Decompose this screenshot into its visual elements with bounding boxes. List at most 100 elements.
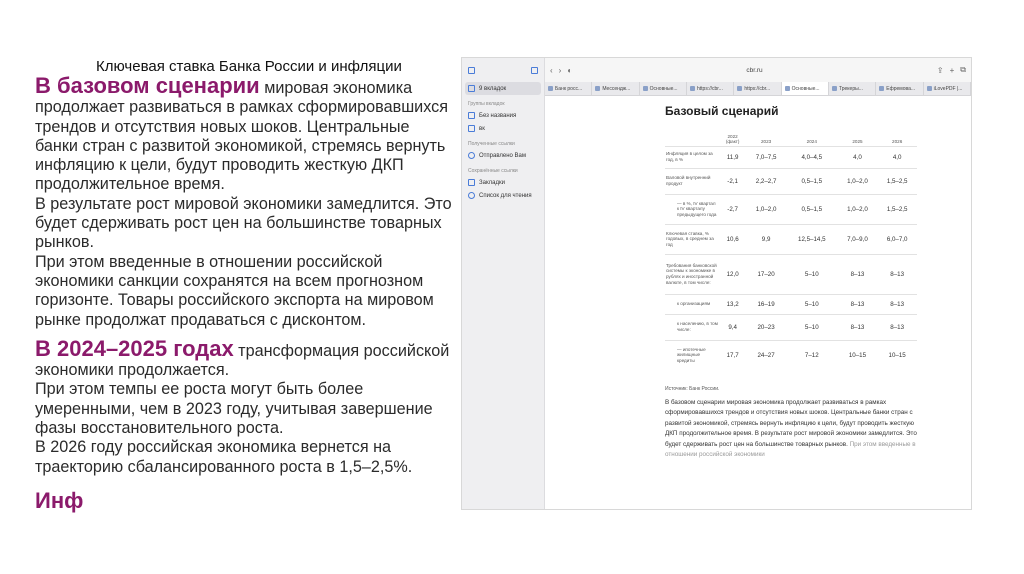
forecast-table: 2022 (факт) 2023 2024 2025 2026 Инфляция… bbox=[665, 130, 917, 370]
browser-tab[interactable]: Банк росс... bbox=[545, 82, 593, 95]
table-cell: 1,5–2,5 bbox=[877, 167, 917, 194]
cut-off-heading: Инф bbox=[35, 487, 84, 513]
table-cell: 2,2–2,7 bbox=[746, 167, 786, 194]
tabs-icon bbox=[468, 85, 475, 92]
table-cell: -2,7 bbox=[719, 193, 747, 224]
tab-group-icon bbox=[468, 112, 475, 119]
table-header-empty bbox=[665, 130, 719, 146]
table-cell: 7,0–9,0 bbox=[837, 223, 878, 254]
table-cell: 1,0–2,0 bbox=[746, 193, 786, 224]
paragraph-4-lead: В 2024–2025 годах bbox=[35, 335, 234, 361]
sidebar-item-reading-list[interactable]: Список для чтения bbox=[462, 189, 544, 202]
row-label: — в %, IV квартал к IV кварталу предыдущ… bbox=[665, 193, 719, 224]
privacy-shield-icon[interactable]: ◐ bbox=[567, 66, 572, 75]
table-cell: 6,0–7,0 bbox=[877, 223, 917, 254]
table-row: Требования банковской системы к экономик… bbox=[665, 253, 917, 294]
table-cell: 4,0 bbox=[877, 145, 917, 168]
sidebar-toggle-icon[interactable] bbox=[468, 66, 475, 74]
table-row: к населению, в том числе: 9,4 20–23 5–10 8–1… bbox=[665, 313, 917, 340]
row-label: Требования банковской системы к экономик… bbox=[665, 253, 719, 294]
table-cell: 8–13 bbox=[877, 313, 917, 340]
sidebar-item-sent-to-you[interactable]: Отправлено Вам bbox=[462, 149, 544, 162]
table-header-row: 2022 (факт) 2023 2024 2025 2026 bbox=[665, 130, 917, 146]
row-label: Валовой внутренний продукт bbox=[665, 167, 719, 194]
section-shared-links: Полученные ссылки bbox=[468, 141, 515, 147]
web-page-content: Базовый сценарий 2022 (факт) 2023 2024 2… bbox=[545, 96, 971, 509]
column-header: 2024 bbox=[806, 138, 817, 144]
favicon-icon bbox=[737, 86, 743, 91]
paragraph-4: В 2024–2025 годах трансформация российск… bbox=[35, 335, 455, 381]
column-header: 2022 (факт) bbox=[725, 133, 740, 144]
paragraph-3: При этом введенные в отношении российско… bbox=[35, 252, 434, 329]
table-cell: 4,0 bbox=[837, 145, 878, 168]
browser-tab[interactable]: https://cbr... bbox=[687, 82, 735, 95]
table-cell: 9,9 bbox=[746, 223, 786, 254]
table-cell: 8–13 bbox=[837, 313, 878, 340]
table-cell: 5–10 bbox=[785, 293, 838, 314]
paragraph-5: При этом темпы ее роста могут быть более… bbox=[35, 380, 433, 438]
column-header: 2025 bbox=[852, 138, 863, 144]
browser-sidebar: 9 вкладок Группы вкладок Без названия вк… bbox=[462, 58, 545, 509]
table-cell: 8–13 bbox=[877, 253, 917, 294]
page-body-text: В базовом сценарии мировая экономика про… bbox=[665, 398, 925, 460]
table-cell: 9,4 bbox=[719, 313, 747, 340]
table-cell: 1,0–2,0 bbox=[837, 193, 878, 224]
sidebar-item-vk[interactable]: вк bbox=[462, 122, 544, 135]
table-cell: 0,5–1,5 bbox=[785, 167, 838, 194]
favicon-icon bbox=[926, 86, 932, 91]
table-cell: 12,0 bbox=[719, 253, 747, 294]
row-label: Ключевая ставка, % годовых, в среднем за… bbox=[665, 223, 719, 254]
source-note: Источник: Банк России. bbox=[665, 386, 720, 392]
forward-icon[interactable]: › bbox=[559, 66, 562, 75]
sidebar-item-untitled[interactable]: Без названия bbox=[462, 109, 544, 122]
table-cell: 20–23 bbox=[746, 313, 786, 340]
table-cell: 17,7 bbox=[719, 339, 747, 370]
table-cell: 8–13 bbox=[877, 293, 917, 314]
table-row: — ипотечные жилищные кредиты 17,7 24–27 7–1… bbox=[665, 339, 917, 370]
favicon-icon bbox=[595, 86, 601, 91]
browser-screenshot: 9 вкладок Группы вкладок Без названия вк… bbox=[461, 57, 972, 510]
table-cell: 10,6 bbox=[719, 223, 747, 254]
table-row: Инфляция в целом за год, в % 11,9 7,0–7,5 4… bbox=[665, 145, 917, 168]
browser-tab[interactable]: Трекеры... bbox=[829, 82, 877, 95]
browser-tab[interactable]: Ефремова... bbox=[876, 82, 924, 95]
table-cell: 7,0–7,5 bbox=[746, 145, 786, 168]
left-text-block: В базовом сценарии мировая экономика про… bbox=[35, 74, 455, 513]
tab-group-icon bbox=[468, 125, 475, 132]
address-bar[interactable]: cbr.ru bbox=[578, 67, 931, 74]
table-cell: 4,0–4,5 bbox=[785, 145, 838, 168]
table-row: к организациям 13,2 16–19 5–10 8–13 8–13 bbox=[665, 293, 917, 314]
favicon-icon bbox=[689, 86, 695, 91]
share-icon[interactable]: ⇪ bbox=[937, 66, 944, 75]
row-label: к организациям bbox=[665, 293, 719, 314]
favicon-icon bbox=[784, 86, 790, 91]
table-cell: 13,2 bbox=[719, 293, 747, 314]
table-cell: 12,5–14,5 bbox=[785, 223, 838, 254]
browser-tab[interactable]: https://cbr... bbox=[734, 82, 782, 95]
browser-toolbar: ‹ › ◐ cbr.ru ⇪ + ⧉ bbox=[545, 58, 971, 82]
tab-overview-icon[interactable]: ⧉ bbox=[960, 65, 966, 75]
sidebar-item-tabs[interactable]: 9 вкладок bbox=[465, 82, 541, 95]
page-heading: Базовый сценарий bbox=[665, 104, 779, 118]
new-tab-group-icon[interactable] bbox=[531, 66, 538, 74]
column-header: 2026 bbox=[892, 138, 903, 144]
person-icon bbox=[468, 152, 475, 159]
table-cell: 1,0–2,0 bbox=[837, 167, 878, 194]
browser-tab[interactable]: Мессендж... bbox=[592, 82, 640, 95]
back-icon[interactable]: ‹ bbox=[550, 66, 553, 75]
table-row: Валовой внутренний продукт -2,1 2,2–2,7 0,5… bbox=[665, 167, 917, 194]
browser-tab[interactable]: iLovePDF |... bbox=[924, 82, 971, 95]
paragraph-1: В базовом сценарии мировая экономика про… bbox=[35, 74, 455, 195]
browser-tab[interactable]: Основные... bbox=[640, 82, 687, 95]
table-cell: -2,1 bbox=[719, 167, 747, 194]
table-cell: 5–10 bbox=[785, 253, 838, 294]
sidebar-item-bookmarks[interactable]: Закладки bbox=[462, 176, 544, 189]
table-cell: 10–15 bbox=[877, 339, 917, 370]
new-tab-icon[interactable]: + bbox=[950, 66, 955, 75]
table-cell: 0,5–1,5 bbox=[785, 193, 838, 224]
row-label: — ипотечные жилищные кредиты bbox=[665, 339, 719, 370]
table-cell: 1,5–2,5 bbox=[877, 193, 917, 224]
table-cell: 8–13 bbox=[837, 293, 878, 314]
browser-tab-active[interactable]: Основные... bbox=[781, 82, 829, 95]
reading-list-icon bbox=[468, 192, 475, 199]
